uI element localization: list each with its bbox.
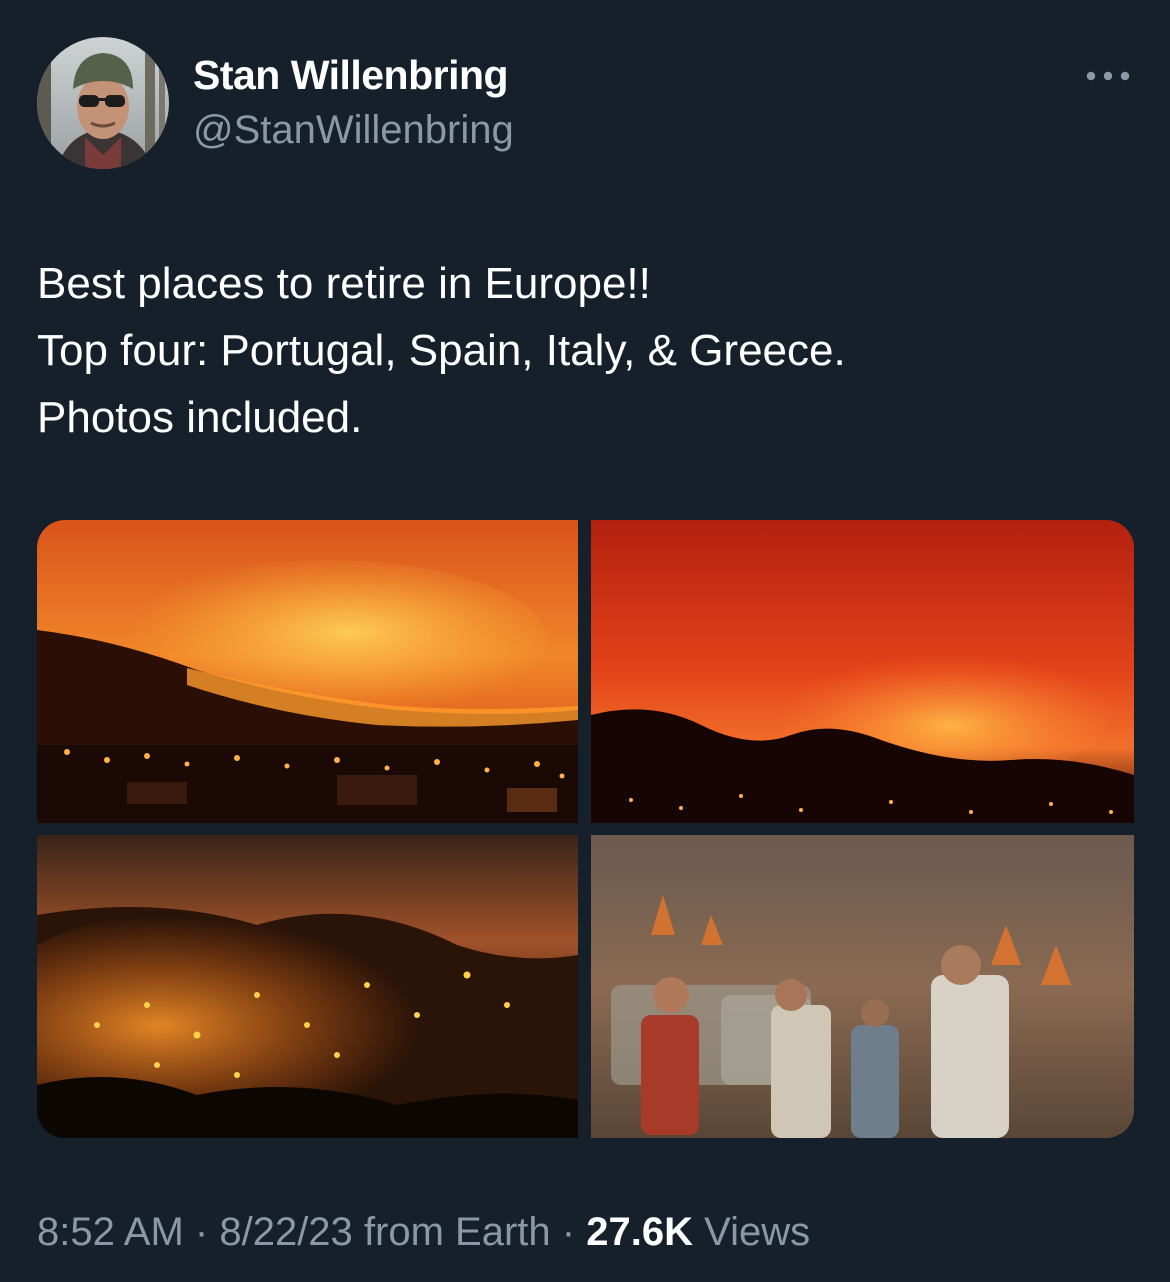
- meta-separator: ·: [194, 1210, 209, 1254]
- meta-separator: ·: [561, 1210, 576, 1254]
- more-horizontal-icon: [1086, 71, 1130, 81]
- author-handle[interactable]: @StanWillenbring: [193, 108, 514, 153]
- tweet-text-line: Photos included.: [37, 393, 363, 442]
- avatar[interactable]: [37, 37, 169, 169]
- burning-hill-image: [37, 835, 578, 1138]
- tweet-text-line: Top four: Portugal, Spain, Italy, & Gree…: [37, 326, 846, 375]
- author-display-name[interactable]: Stan Willenbring: [193, 52, 509, 99]
- wildfire-town-image: [37, 520, 578, 823]
- people-in-smoke-image: [591, 835, 1134, 1138]
- photo-1[interactable]: [37, 520, 578, 823]
- tweet-date[interactable]: 8/22/23: [219, 1210, 352, 1254]
- photo-3[interactable]: [37, 835, 578, 1138]
- tweet-source: from Earth: [363, 1210, 551, 1254]
- more-options-button[interactable]: [1078, 58, 1138, 94]
- tweet-time[interactable]: 8:52 AM: [37, 1210, 184, 1254]
- tweet-meta: 8:52 AM · 8/22/23 from Earth · 27.6K Vie…: [37, 1210, 810, 1255]
- views-count: 27.6K: [586, 1210, 693, 1254]
- tweet-text-line: Best places to retire in Europe!!: [37, 259, 651, 308]
- tweet: Stan Willenbring @StanWillenbring Best p…: [0, 0, 1170, 1282]
- avatar-image: [37, 37, 169, 169]
- views-label: Views: [704, 1210, 811, 1254]
- photo-4[interactable]: [591, 835, 1134, 1138]
- media-grid: [37, 520, 1134, 1138]
- tweet-text: Best places to retire in Europe!! Top fo…: [37, 250, 1127, 451]
- photo-2[interactable]: [591, 520, 1134, 823]
- wildfire-ridge-image: [591, 520, 1134, 823]
